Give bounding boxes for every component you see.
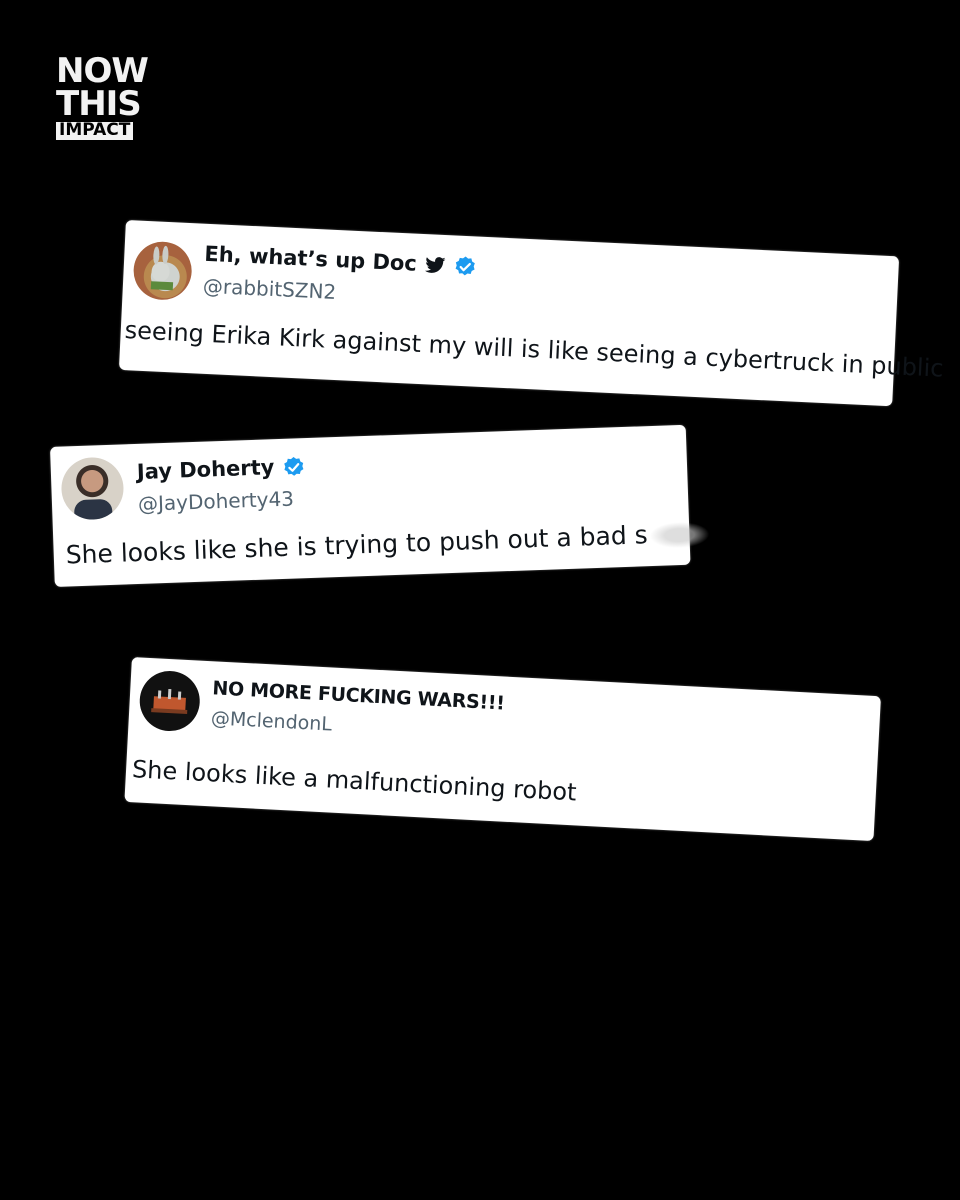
bunny-avatar-icon <box>150 245 174 291</box>
avatar[interactable] <box>138 669 202 733</box>
tweet-text: seeing Erika Kirk against my will is lik… <box>124 316 945 383</box>
display-name-text: Jay Doherty <box>136 455 275 484</box>
logo-line-2: THIS <box>56 84 142 124</box>
user-handle[interactable]: @MclendonL <box>210 707 332 735</box>
display-name[interactable]: Jay Doherty <box>137 454 307 485</box>
display-name[interactable]: Eh, what’s up Doc <box>204 242 478 280</box>
censor-blur <box>649 521 711 550</box>
tweet-text-content: She looks like she is trying to push out… <box>65 520 649 570</box>
tweet-card-2: Jay Doherty @JayDoherty43 She looks like… <box>50 424 711 587</box>
tweet-card-1: Eh, what’s up Doc @rabbitSZN2 seeing Eri… <box>118 220 944 407</box>
display-name-text: Eh, what’s up Doc <box>203 241 418 276</box>
avatar-shirt <box>73 498 113 521</box>
avatar[interactable] <box>132 240 193 302</box>
tweet-card-3: NO MORE FUCKING WARS!!! @MclendonL She l… <box>124 657 881 842</box>
verified-badge-icon <box>455 256 476 276</box>
user-handle[interactable]: @rabbitSZN2 <box>202 274 336 304</box>
nowthis-impact-logo: NOW THIS IMPACT <box>56 51 149 140</box>
tank-avatar-icon <box>151 688 188 714</box>
avatar[interactable] <box>60 456 125 521</box>
user-handle[interactable]: @JayDoherty43 <box>138 487 295 516</box>
tweet-text: She looks like a malfunctioning robot <box>131 755 578 807</box>
logo-line-3: IMPACT <box>56 122 134 140</box>
twitter-bird-icon <box>424 257 446 273</box>
tweet-text: She looks like she is trying to push out… <box>65 518 711 570</box>
logo-line-1: NOW <box>56 51 149 91</box>
verified-badge-icon <box>284 457 304 476</box>
